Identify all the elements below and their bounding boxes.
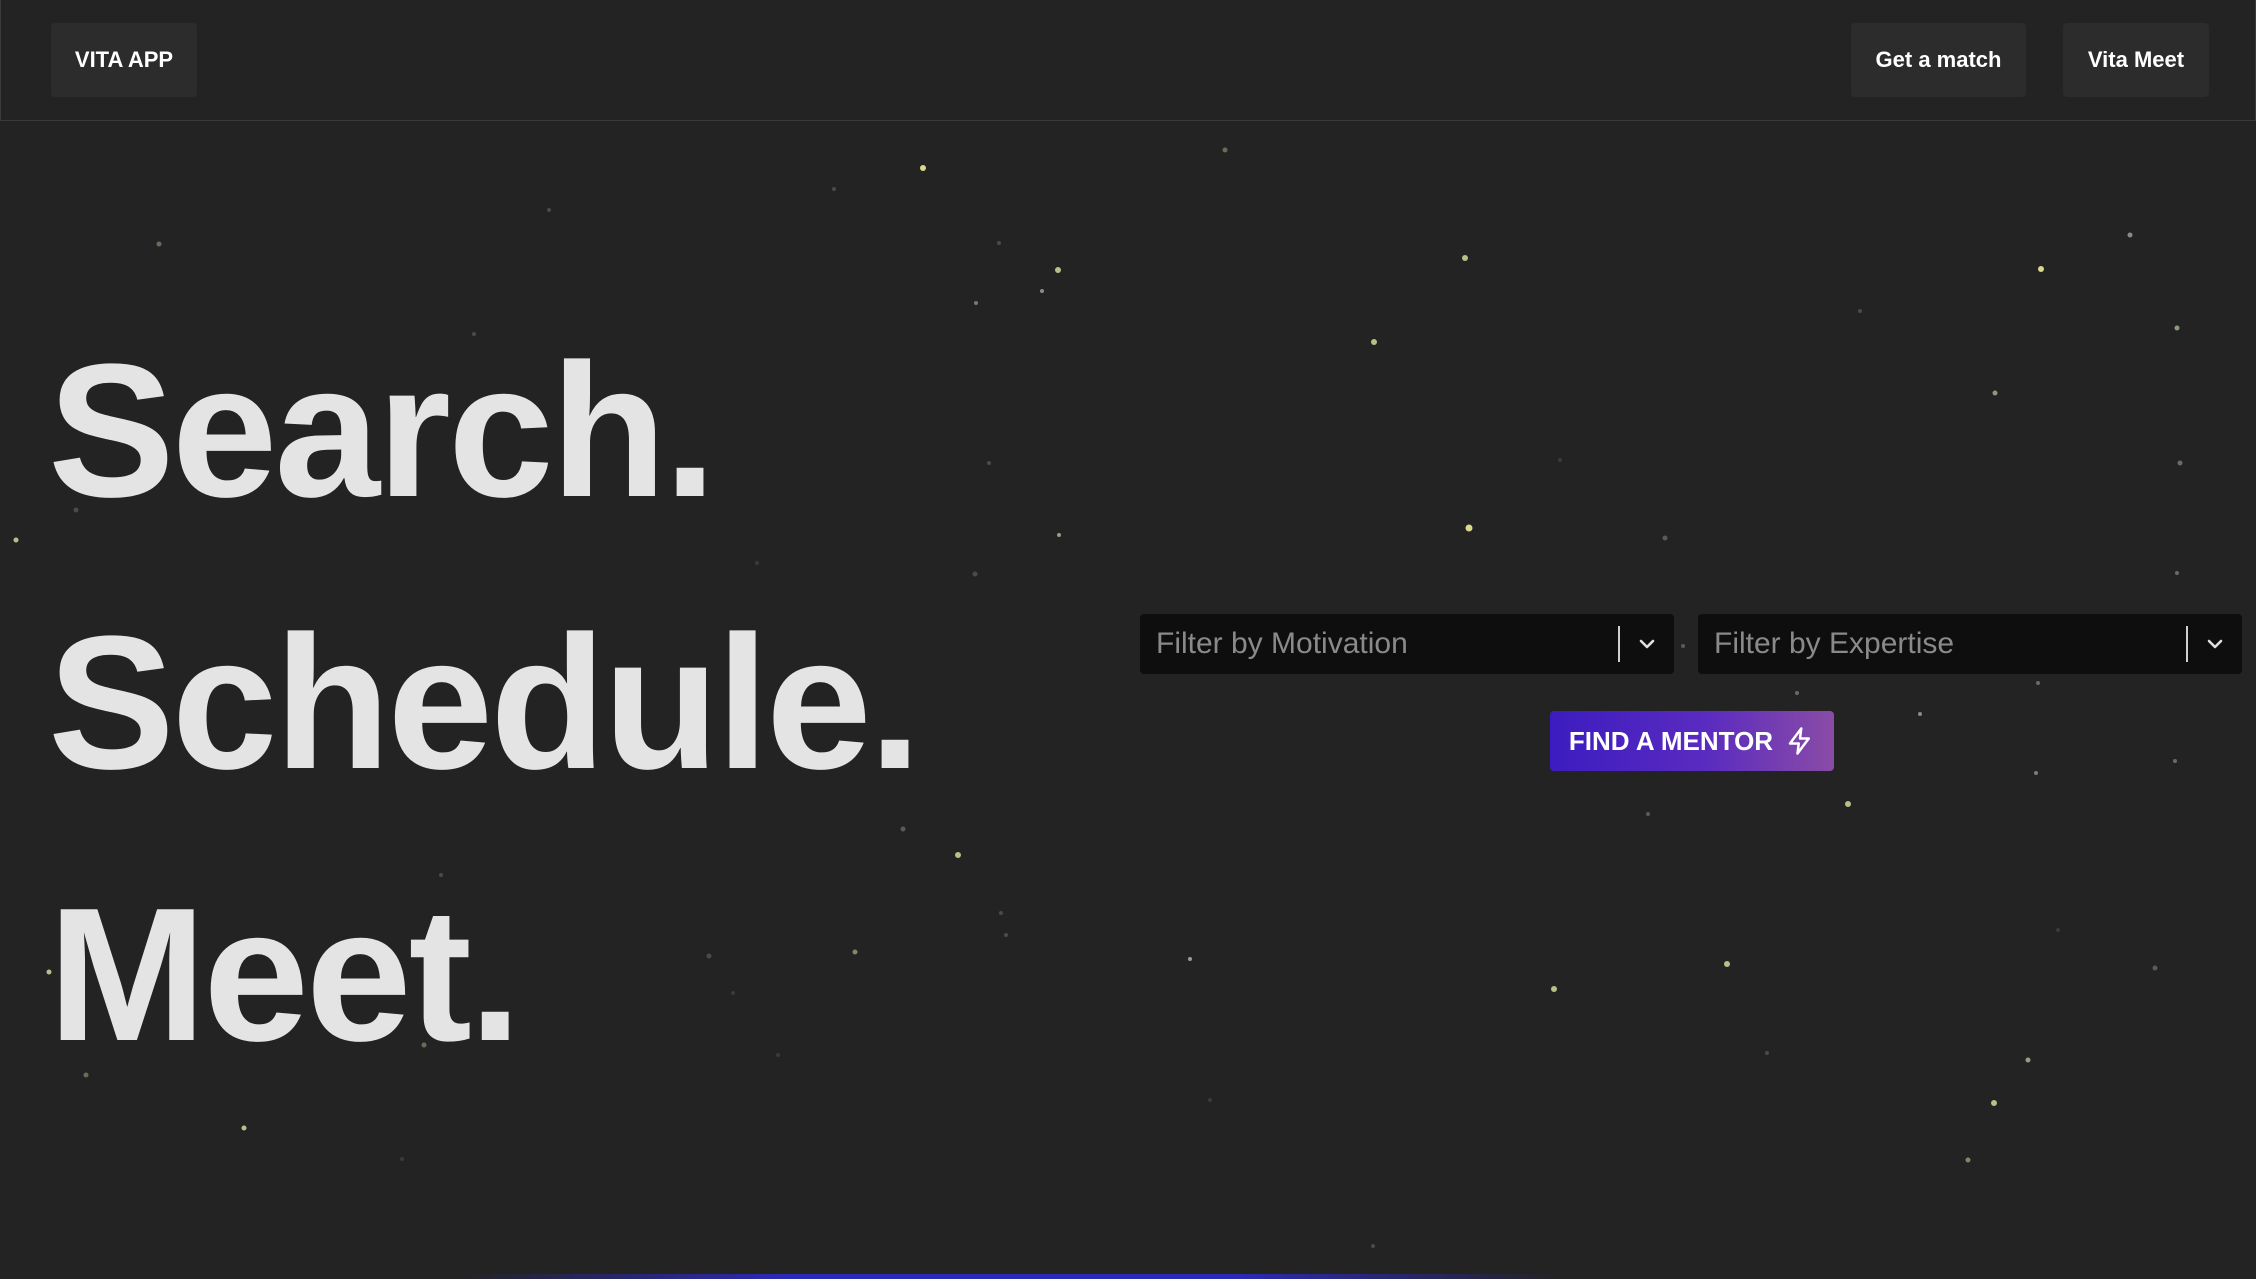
motivation-filter-placeholder: Filter by Motivation [1156,627,1408,660]
top-nav-bar: VITA APP Get a match Vita Meet [0,0,2256,121]
hero-headline-meet: Meet. [48,869,522,1081]
bottom-glow-bar [460,1274,1560,1279]
expertise-filter-select[interactable]: Filter by Expertise [1698,614,2242,674]
get-a-match-button[interactable]: Get a match [1851,23,2026,97]
hero-headline-schedule: Schedule. [48,597,921,809]
chevron-down-icon[interactable] [2188,614,2242,674]
vita-meet-button[interactable]: Vita Meet [2063,23,2209,97]
expertise-filter-placeholder: Filter by Expertise [1714,627,1955,660]
hero-headline-search: Search. [48,325,717,537]
chevron-down-icon[interactable] [1620,614,1674,674]
brand-logo-button[interactable]: VITA APP [51,23,197,97]
find-a-mentor-button[interactable]: FIND A MENTOR [1550,711,1834,771]
find-a-mentor-label: FIND A MENTOR [1568,725,1774,756]
motivation-filter-select[interactable]: Filter by Motivation [1140,614,1674,674]
lightning-bolt-icon [1785,726,1815,756]
